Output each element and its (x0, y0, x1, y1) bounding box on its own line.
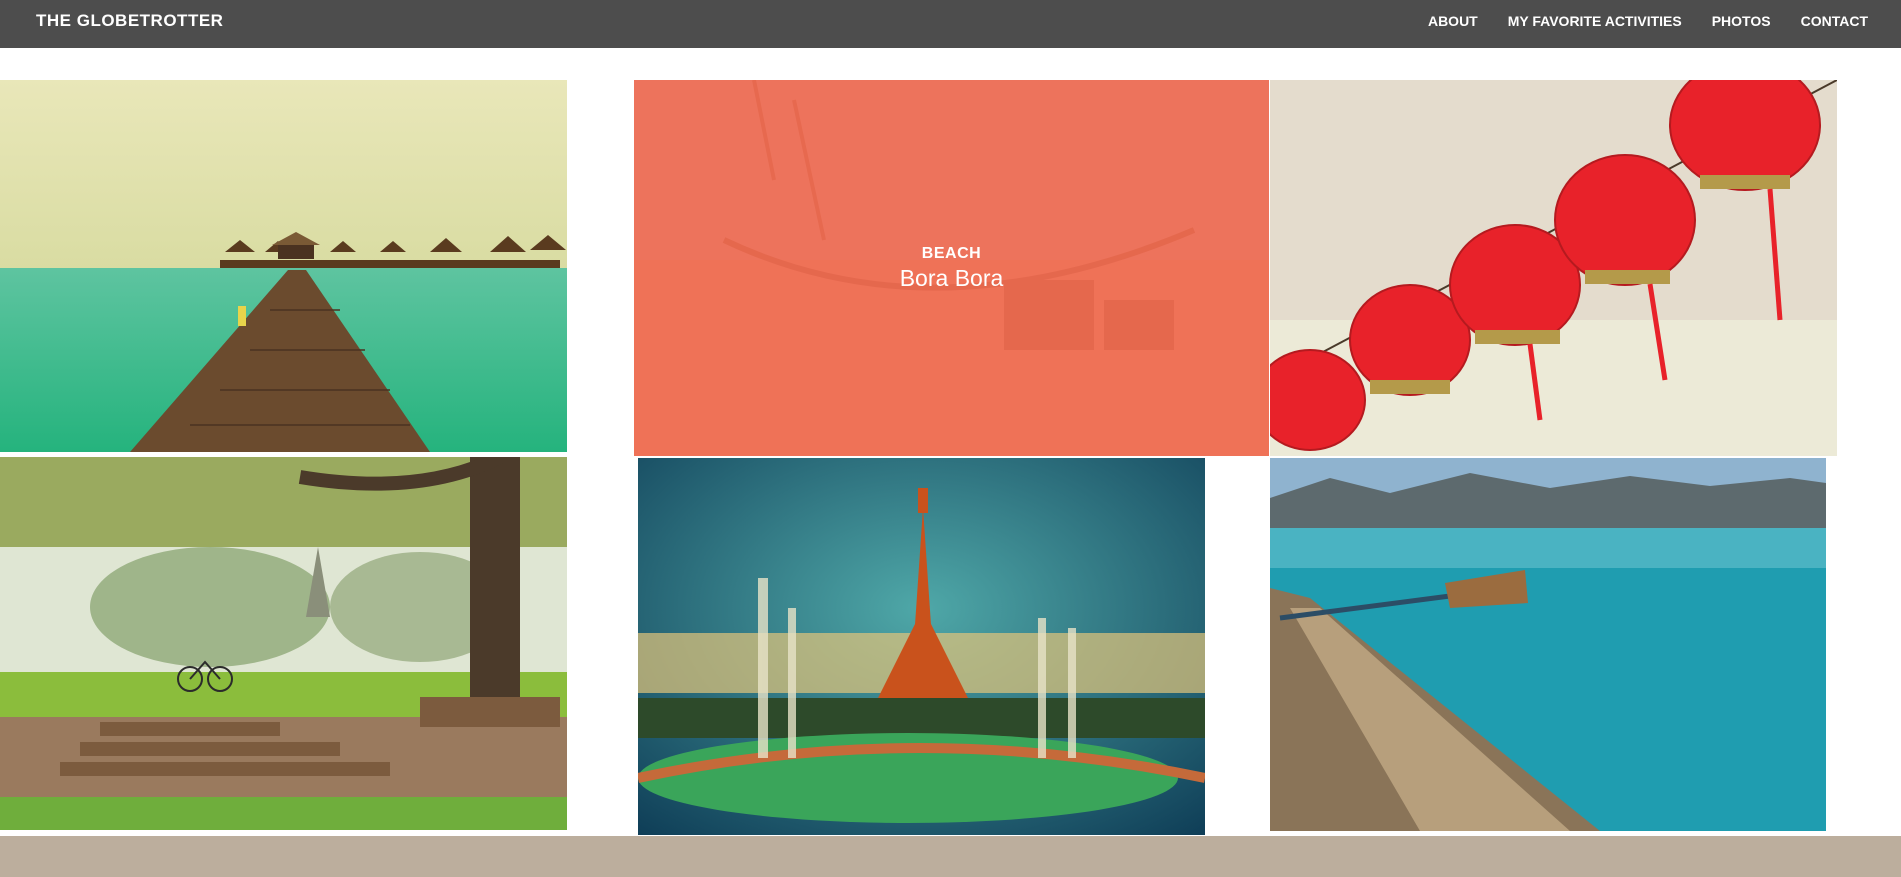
lake-paddle-image (1270, 458, 1826, 831)
gallery-tile-lake-paddle[interactable] (1270, 458, 1826, 831)
gallery-tile-bora-bora[interactable]: BEACH Bora Bora (634, 80, 1269, 456)
nav-photos[interactable]: PHOTOS (1712, 13, 1771, 29)
gallery-tile-overwater-pier[interactable] (0, 80, 567, 452)
eiffel-tower-image (638, 458, 1205, 835)
temple-park-image (0, 457, 567, 830)
overwater-pier-image (0, 80, 567, 452)
main-nav: ABOUT MY FAVORITE ACTIVITIES PHOTOS CONT… (1428, 13, 1868, 29)
tile-hover-overlay[interactable]: BEACH Bora Bora (634, 80, 1269, 456)
top-navbar: THE GLOBETROTTER ABOUT MY FAVORITE ACTIV… (0, 0, 1901, 48)
tile-title-label: Bora Bora (899, 264, 1004, 291)
nav-contact[interactable]: CONTACT (1801, 13, 1868, 29)
gallery-tile-eiffel-tower[interactable] (638, 458, 1205, 835)
tile-category-label: BEACH (921, 244, 982, 262)
site-brand[interactable]: THE GLOBETROTTER (36, 11, 223, 31)
nav-my-favorite-activities[interactable]: MY FAVORITE ACTIVITIES (1508, 13, 1682, 29)
gallery-tile-temple-park[interactable] (0, 457, 567, 830)
nav-about[interactable]: ABOUT (1428, 13, 1478, 29)
red-lanterns-image (1270, 80, 1837, 456)
page-footer (0, 836, 1901, 877)
gallery-tile-red-lanterns[interactable] (1270, 80, 1837, 456)
